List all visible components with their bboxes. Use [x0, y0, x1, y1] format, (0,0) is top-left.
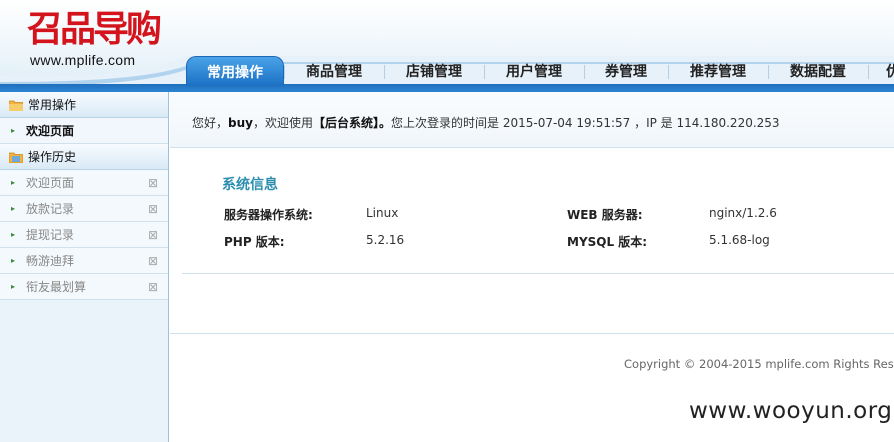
- history-item-label: 提现记录: [26, 228, 75, 242]
- close-icon[interactable]: ⊠: [148, 170, 158, 196]
- php-version-label: PHP 版本:: [224, 235, 285, 249]
- sidebar-section-title: 常用操作: [28, 98, 77, 112]
- greeting-prefix: 您好，: [192, 116, 229, 130]
- tab-data-config[interactable]: 数据配置: [768, 56, 868, 86]
- arrow-right-icon: ▸: [11, 256, 16, 265]
- sidebar-section-title: 操作历史: [28, 150, 77, 164]
- sidebar: 常用操作 ▸ 欢迎页面 操作历史 ▸ 欢迎页面 ⊠ ▸ 放款记录 ⊠ ▸ 提现记…: [0, 92, 169, 442]
- os-value: Linux: [366, 206, 399, 220]
- tab-common[interactable]: 常用操作: [186, 56, 284, 86]
- copyright-text: Copyright © 2004-2015 mplife.com Rights …: [624, 357, 894, 371]
- watermark: www.wooyun.org: [689, 398, 893, 424]
- history-item-best-deal[interactable]: ▸ 衔友最划算 ⊠: [0, 274, 168, 300]
- folder-icon: [9, 100, 23, 111]
- tab-store[interactable]: 店铺管理: [384, 56, 484, 86]
- web-server-value: nginx/1.2.6: [709, 206, 777, 220]
- welcome-message: 您好，buy，欢迎使用【后台系统】。您上次登录的时间是 2015-07-04 1…: [192, 114, 780, 131]
- history-item-label: 衔友最划算: [26, 280, 87, 294]
- php-version-value: 5.2.16: [366, 233, 405, 247]
- main-content: 您好，buy，欢迎使用【后台系统】。您上次登录的时间是 2015-07-04 1…: [170, 92, 894, 442]
- history-item-dubai[interactable]: ▸ 畅游迪拜 ⊠: [0, 248, 168, 274]
- mysql-version-value: 5.1.68-log: [709, 233, 770, 247]
- arrow-right-icon: ▸: [11, 230, 16, 239]
- arrow-right-icon: ▸: [11, 178, 16, 187]
- username: buy: [228, 116, 253, 130]
- history-item-label: 畅游迪拜: [26, 254, 75, 268]
- history-item-loan-records[interactable]: ▸ 放款记录 ⊠: [0, 196, 168, 222]
- logo-wordmark: 召品导购: [27, 9, 162, 50]
- history-item-welcome[interactable]: ▸ 欢迎页面 ⊠: [0, 170, 168, 196]
- system-info-panel: 系统信息 服务器操作系统: Linux WEB 服务器: nginx/1.2.6…: [182, 162, 894, 274]
- sidebar-item-label: 欢迎页面: [26, 124, 75, 138]
- tab-user[interactable]: 用户管理: [484, 56, 584, 86]
- main-nav: 常用操作 商品管理 店铺管理 用户管理 券管理 推荐管理 数据配置 优: [186, 56, 894, 86]
- section-title: 系统信息: [222, 177, 278, 193]
- tab-coupon[interactable]: 券管理: [584, 56, 668, 86]
- mysql-version-label: MYSQL 版本:: [567, 235, 648, 249]
- close-icon[interactable]: ⊠: [148, 248, 158, 274]
- greeting-bar: 您好，buy，欢迎使用【后台系统】。您上次登录的时间是 2015-07-04 1…: [170, 92, 894, 148]
- tab-more[interactable]: 优: [868, 56, 894, 86]
- greeting-middle: ，欢迎使用: [252, 116, 313, 130]
- sidebar-item-welcome[interactable]: ▸ 欢迎页面: [0, 118, 168, 144]
- tab-product[interactable]: 商品管理: [284, 56, 384, 86]
- arrow-right-icon: ▸: [11, 204, 16, 213]
- web-server-label: WEB 服务器:: [567, 208, 643, 222]
- history-icon: [9, 152, 23, 163]
- history-item-label: 欢迎页面: [26, 176, 75, 190]
- history-item-withdraw-records[interactable]: ▸ 提现记录 ⊠: [0, 222, 168, 248]
- system-name: 【后台系统】。: [313, 116, 392, 130]
- close-icon[interactable]: ⊠: [148, 222, 158, 248]
- last-login-info: 您上次登录的时间是 2015-07-04 19:51:57 ，IP 是 114.…: [391, 116, 780, 130]
- arrow-right-icon: ▸: [11, 126, 16, 135]
- tab-recommend[interactable]: 推荐管理: [668, 56, 768, 86]
- header: 召品导购 www.mplife.com 常用操作 商品管理 店铺管理 用户管理 …: [0, 0, 894, 92]
- sidebar-section-common[interactable]: 常用操作: [0, 92, 168, 118]
- history-item-label: 放款记录: [26, 202, 75, 216]
- sidebar-section-history[interactable]: 操作历史: [0, 144, 168, 170]
- close-icon[interactable]: ⊠: [148, 274, 158, 300]
- arrow-right-icon: ▸: [11, 282, 16, 291]
- content-divider: [170, 286, 894, 334]
- os-label: 服务器操作系统:: [224, 208, 313, 222]
- close-icon[interactable]: ⊠: [148, 196, 158, 222]
